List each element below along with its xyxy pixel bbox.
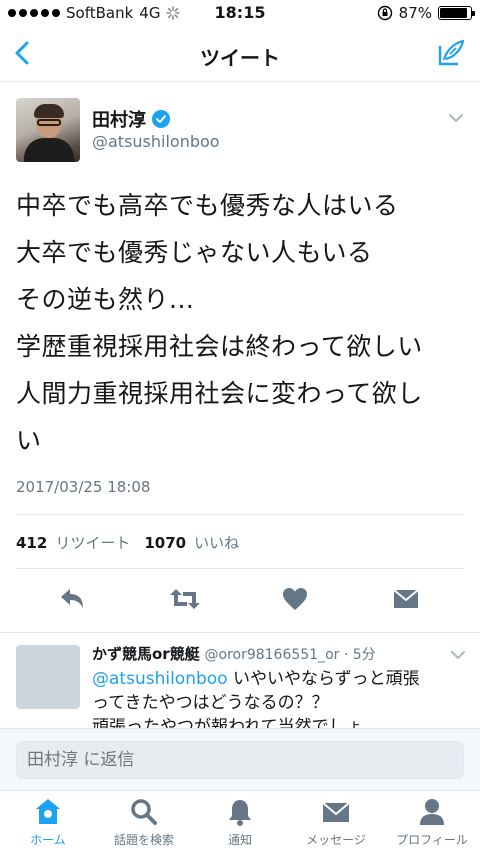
- page-title: ツイート: [200, 46, 280, 70]
- tab-label: プロフィール: [396, 833, 468, 847]
- status-right: 87%: [377, 4, 475, 22]
- reply-text: @atsushilonboo いやいやならずっと頑張 ってきたやつはどうなるの？…: [92, 667, 464, 728]
- reply-author-name[interactable]: かず競馬or競艇: [92, 645, 200, 663]
- reply-header: かず競馬or競艇 @oror98166551_or · 5分: [92, 643, 376, 664]
- author-name-text: 田村淳: [92, 110, 146, 131]
- reply-tweet[interactable]: かず競馬or競艇 @oror98166551_or · 5分 @atsushil…: [0, 632, 480, 728]
- tweet-timestamp: 2017/03/25 18:08: [16, 478, 151, 496]
- tweet-header: 田村淳 @atsushilonboo: [16, 98, 466, 166]
- chevron-down-icon[interactable]: [448, 112, 464, 124]
- divider: [16, 568, 464, 569]
- battery-percent: 87%: [398, 4, 432, 22]
- compose-icon[interactable]: [436, 38, 466, 68]
- reply-composer: [0, 728, 480, 790]
- tab-label: メッセージ: [306, 833, 366, 847]
- person-icon: [420, 799, 444, 825]
- rotation-lock-icon: [377, 5, 392, 21]
- tab-messages[interactable]: メッセージ: [288, 797, 384, 853]
- tweet-text: 中卒でも高卒でも優秀な人はいる 大卒でも優秀じゃない人もいる その逆も然り...…: [16, 182, 456, 464]
- reply-mention[interactable]: @atsushilonboo: [92, 669, 228, 689]
- like-label[interactable]: いいね: [194, 532, 239, 553]
- heart-icon[interactable]: [281, 586, 309, 612]
- envelope-icon: [322, 802, 350, 822]
- retweet-label[interactable]: リツイート: [55, 532, 130, 553]
- reply-text-1: いやいやならずっと頑張: [227, 669, 420, 689]
- home-icon: [36, 799, 60, 824]
- divider: [16, 514, 464, 515]
- tweet-line: 人間力重視採用社会に変わって欲し: [16, 379, 423, 408]
- like-count[interactable]: 1070: [144, 534, 186, 552]
- envelope-icon[interactable]: [392, 586, 420, 612]
- tab-search[interactable]: 話題を検索: [96, 797, 192, 853]
- reply-handle-time: @oror98166551_or · 5分: [204, 647, 376, 663]
- bell-icon: [229, 800, 251, 826]
- tweet-actions: [16, 582, 464, 616]
- retweet-count[interactable]: 412: [16, 534, 47, 552]
- battery-icon: [438, 6, 475, 20]
- tweet-stats: 412 リツイート 1070 いいね: [16, 532, 245, 553]
- tweet-line: 大卒でも優秀じゃない人もいる: [16, 238, 373, 267]
- tab-profile[interactable]: プロフィール: [384, 797, 480, 853]
- author-handle[interactable]: @atsushilonboo: [92, 132, 220, 151]
- tab-label: 通知: [227, 833, 252, 847]
- search-icon: [131, 799, 157, 825]
- reply-input[interactable]: [16, 741, 464, 779]
- nav-bar: ツイート: [0, 26, 480, 82]
- tweet-line: 中卒でも高卒でも優秀な人はいる: [16, 191, 399, 220]
- tweet-line: 学歴重視採用社会は終わって欲しい: [16, 332, 423, 361]
- chevron-down-icon[interactable]: [450, 649, 466, 661]
- tab-label: 話題を検索: [113, 833, 174, 847]
- reply-avatar[interactable]: [16, 645, 80, 709]
- tab-label: ホーム: [30, 833, 66, 847]
- reply-text-2: ってきたやつはどうなるの？？: [92, 693, 329, 713]
- author-name[interactable]: 田村淳: [92, 106, 170, 132]
- tweet-line: その逆も然り...: [16, 285, 195, 314]
- tab-bar: ホーム 話題を検索 通知 メッセージ プロフィール: [0, 790, 480, 854]
- reply-text-3: 頑張ったやつが報われて当然でしょ: [92, 717, 363, 728]
- status-bar: SoftBank 4G 18:15 87%: [0, 0, 480, 26]
- tweet-line: い: [16, 426, 42, 455]
- retweet-icon[interactable]: [169, 586, 201, 612]
- author-avatar[interactable]: [16, 98, 80, 162]
- reply-icon[interactable]: [58, 586, 86, 612]
- tab-notifications[interactable]: 通知: [192, 797, 288, 853]
- tab-home[interactable]: ホーム: [0, 797, 96, 853]
- verified-badge-icon: [152, 110, 170, 128]
